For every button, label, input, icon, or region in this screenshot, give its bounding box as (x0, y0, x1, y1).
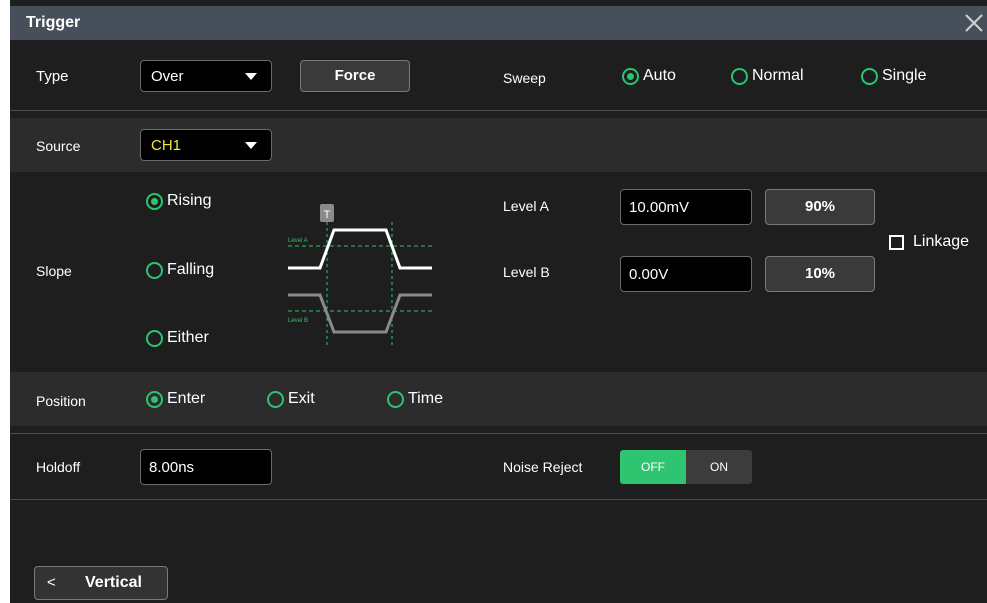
divider (10, 499, 987, 500)
level-a-marker: Level A (288, 238, 308, 244)
level-b-preset-button[interactable]: 10% (765, 256, 875, 292)
sweep-radio-single[interactable]: Single (861, 67, 926, 85)
source-label: Source (36, 138, 81, 154)
level-a-input[interactable]: 10.00mV (620, 189, 752, 225)
divider (10, 110, 987, 111)
trigger-marker-label: T (324, 209, 331, 221)
source-value: CH1 (151, 137, 182, 154)
slope-label: Slope (36, 263, 72, 279)
position-option-label: Exit (288, 390, 315, 407)
sweep-label: Sweep (503, 70, 546, 86)
level-b-value: 0.00V (629, 266, 669, 283)
type-label: Type (36, 68, 69, 85)
slope-radio-falling[interactable]: Falling (146, 261, 214, 279)
slope-radio-rising[interactable]: Rising (146, 192, 211, 210)
type-dropdown[interactable]: Over (140, 60, 272, 92)
holdoff-label: Holdoff (36, 459, 81, 475)
rising-waveform (288, 228, 432, 270)
radio-unselected-icon (387, 390, 404, 408)
radio-unselected-icon (267, 390, 284, 408)
back-to-vertical-button[interactable]: < Vertical (34, 566, 168, 600)
left-edge-strip (0, 0, 10, 603)
level-b-label: Level B (503, 264, 550, 280)
radio-selected-icon (146, 192, 163, 210)
noise-reject-label: Noise Reject (503, 459, 583, 475)
radio-selected-icon (146, 390, 163, 408)
sweep-option-label: Normal (752, 67, 804, 84)
falling-waveform (288, 293, 432, 334)
chevron-down-icon (245, 142, 257, 149)
level-a-preset-button[interactable]: 90% (765, 189, 875, 225)
source-dropdown[interactable]: CH1 (140, 129, 272, 161)
close-icon[interactable] (959, 8, 987, 36)
radio-unselected-icon (146, 329, 163, 347)
slope-radio-either[interactable]: Either (146, 329, 209, 347)
position-radio-enter[interactable]: Enter (146, 390, 205, 408)
type-value: Over (151, 68, 184, 85)
position-option-label: Time (408, 390, 443, 407)
slope-waveform-diagram: T Level A Level B (288, 204, 432, 348)
toggle-off-segment[interactable]: OFF (620, 450, 686, 484)
checkbox-icon (889, 235, 904, 250)
sweep-option-label: Auto (643, 67, 676, 84)
noise-reject-toggle[interactable]: OFF ON (620, 450, 752, 484)
holdoff-input[interactable]: 8.00ns (140, 449, 272, 485)
level-b-marker: Level B (288, 318, 308, 324)
radio-unselected-icon (731, 67, 748, 85)
divider (10, 433, 987, 434)
holdoff-value: 8.00ns (149, 459, 195, 476)
level-a-label: Level A (503, 198, 549, 214)
dialog-titlebar: Trigger (10, 6, 987, 40)
radio-unselected-icon (861, 67, 878, 85)
position-label: Position (36, 393, 86, 409)
radio-selected-icon (622, 67, 639, 85)
slope-option-label: Falling (167, 261, 215, 278)
dialog-title: Trigger (26, 14, 81, 31)
sweep-option-label: Single (882, 67, 927, 84)
position-option-label: Enter (167, 390, 206, 407)
slope-option-label: Either (167, 329, 209, 346)
chevron-left-icon: < (47, 574, 56, 591)
sweep-radio-normal[interactable]: Normal (731, 67, 804, 85)
chevron-down-icon (245, 73, 257, 80)
position-radio-time[interactable]: Time (387, 390, 443, 408)
linkage-label: Linkage (913, 233, 970, 250)
position-radio-exit[interactable]: Exit (267, 390, 315, 408)
slope-option-label: Rising (167, 192, 212, 209)
level-b-input[interactable]: 0.00V (620, 256, 752, 292)
radio-unselected-icon (146, 261, 163, 279)
force-button[interactable]: Force (300, 60, 410, 92)
sweep-radio-auto[interactable]: Auto (622, 67, 676, 85)
level-a-value: 10.00mV (629, 199, 690, 216)
back-button-label: Vertical (85, 574, 142, 591)
toggle-on-segment[interactable]: ON (686, 450, 752, 484)
